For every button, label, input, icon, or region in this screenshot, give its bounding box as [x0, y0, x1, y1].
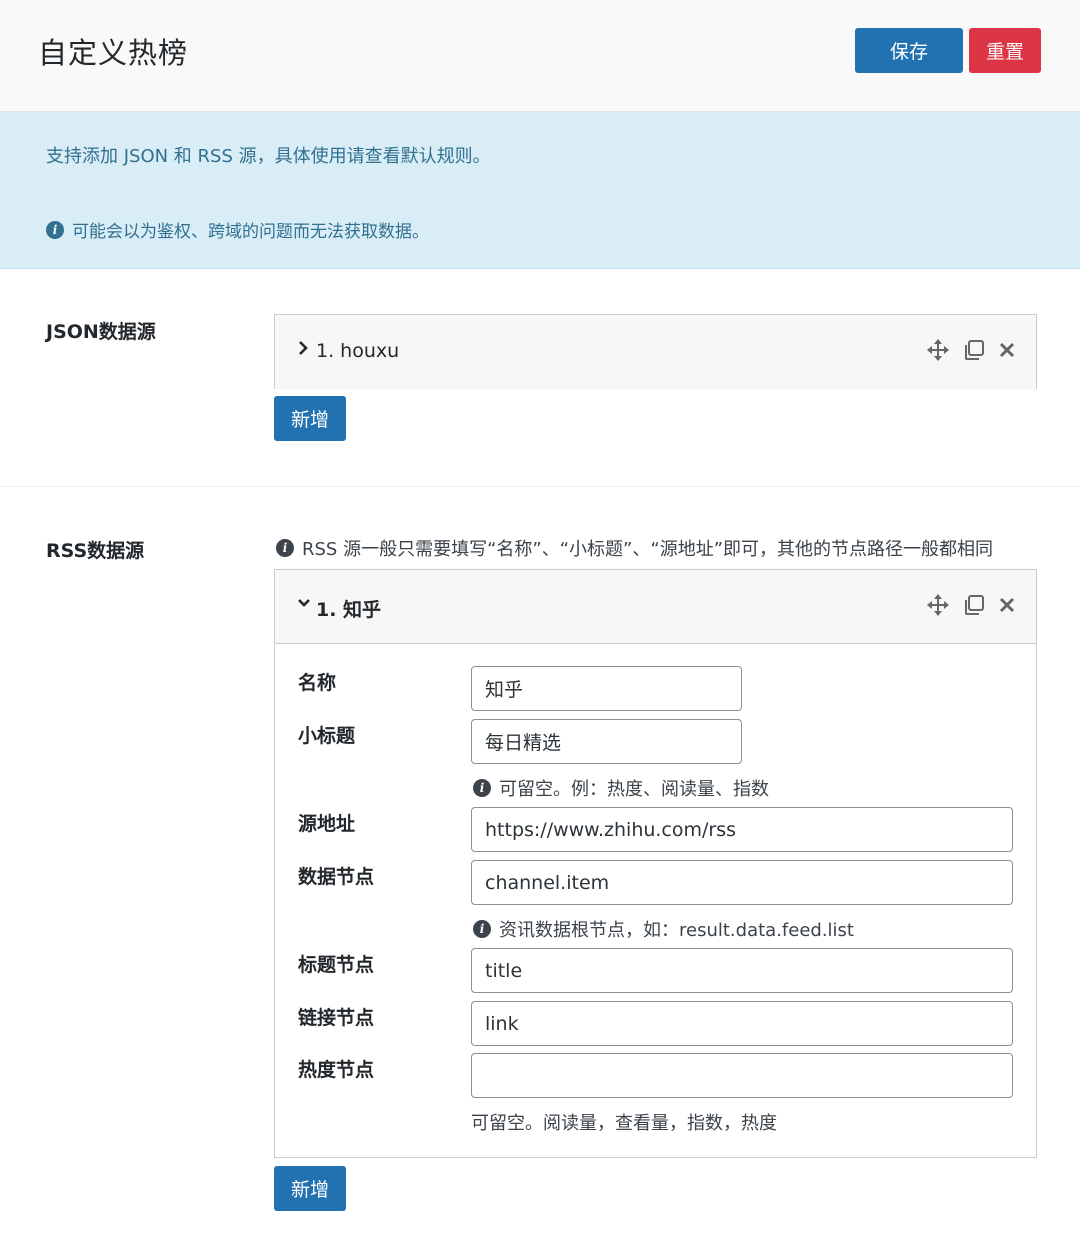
data-node-input[interactable] [471, 860, 1013, 905]
name-input[interactable] [471, 666, 742, 711]
reset-button[interactable]: 重置 [969, 28, 1041, 73]
notice-text: 支持添加 JSON 和 RSS 源，具体使用请查看默认规则。 [46, 146, 491, 167]
chevron-right-icon[interactable] [297, 339, 311, 361]
rss-source-item-title: 1. 知乎 [316, 599, 382, 621]
close-icon[interactable] [996, 594, 1018, 616]
info-icon: i [473, 779, 491, 797]
data-node-hint-text: 资讯数据根节点，如：result.data.feed.list [499, 920, 854, 941]
info-icon: i [473, 920, 491, 938]
name-label: 名称 [298, 672, 337, 694]
page-title: 自定义热榜 [38, 36, 189, 70]
link-node-label: 链接节点 [298, 1007, 375, 1029]
copy-icon[interactable] [963, 339, 985, 361]
chevron-down-icon[interactable] [297, 594, 311, 616]
url-label: 源地址 [298, 813, 356, 835]
rss-hint-text: RSS 源一般只需要填写“名称”、“小标题”、“源地址”即可，其他的节点路径一般… [302, 539, 994, 560]
info-icon: i [276, 539, 294, 557]
page-header: 自定义热榜 保存 重置 [0, 0, 1080, 112]
rss-add-button[interactable]: 新增 [274, 1166, 346, 1211]
subtitle-hint-text: 可留空。例：热度、阅读量、指数 [499, 779, 769, 800]
json-section-label: JSON数据源 [46, 321, 156, 343]
rss-section-label: RSS数据源 [46, 540, 145, 562]
json-source-item-title: 1. houxu [316, 340, 400, 362]
subtitle-input[interactable] [471, 719, 742, 764]
json-add-button[interactable]: 新增 [274, 396, 346, 441]
notice-warning-text: 可能会以为鉴权、跨域的问题而无法获取数据。 [72, 222, 429, 242]
data-node-label: 数据节点 [298, 866, 375, 888]
link-node-input[interactable] [471, 1001, 1013, 1046]
move-icon[interactable] [927, 339, 949, 361]
info-icon: i [46, 220, 64, 239]
close-icon[interactable] [996, 339, 1018, 361]
copy-icon[interactable] [963, 594, 985, 616]
hot-node-hint: 可留空。阅读量，查看量，指数，热度 [471, 1113, 777, 1134]
json-source-item-header[interactable]: 1. houxu [275, 315, 1036, 389]
hot-node-input[interactable] [471, 1053, 1013, 1098]
move-icon[interactable] [927, 594, 949, 616]
info-notice: 支持添加 JSON 和 RSS 源，具体使用请查看默认规则。 i 可能会以为鉴权… [0, 112, 1080, 269]
title-node-label: 标题节点 [298, 954, 375, 976]
data-node-hint: i 资讯数据根节点，如：result.data.feed.list [473, 916, 854, 942]
rss-hint: i RSS 源一般只需要填写“名称”、“小标题”、“源地址”即可，其他的节点路径… [276, 535, 993, 561]
rss-source-item-header[interactable]: 1. 知乎 [275, 570, 1036, 644]
subtitle-label: 小标题 [298, 725, 356, 747]
url-input[interactable] [471, 807, 1013, 852]
json-source-item: 1. houxu [274, 314, 1037, 389]
section-divider [0, 486, 1080, 487]
subtitle-hint: i 可留空。例：热度、阅读量、指数 [473, 775, 769, 801]
title-node-input[interactable] [471, 948, 1013, 993]
save-button[interactable]: 保存 [855, 28, 963, 73]
hot-node-label: 热度节点 [298, 1059, 375, 1081]
notice-warning: i 可能会以为鉴权、跨域的问题而无法获取数据。 [46, 217, 429, 242]
